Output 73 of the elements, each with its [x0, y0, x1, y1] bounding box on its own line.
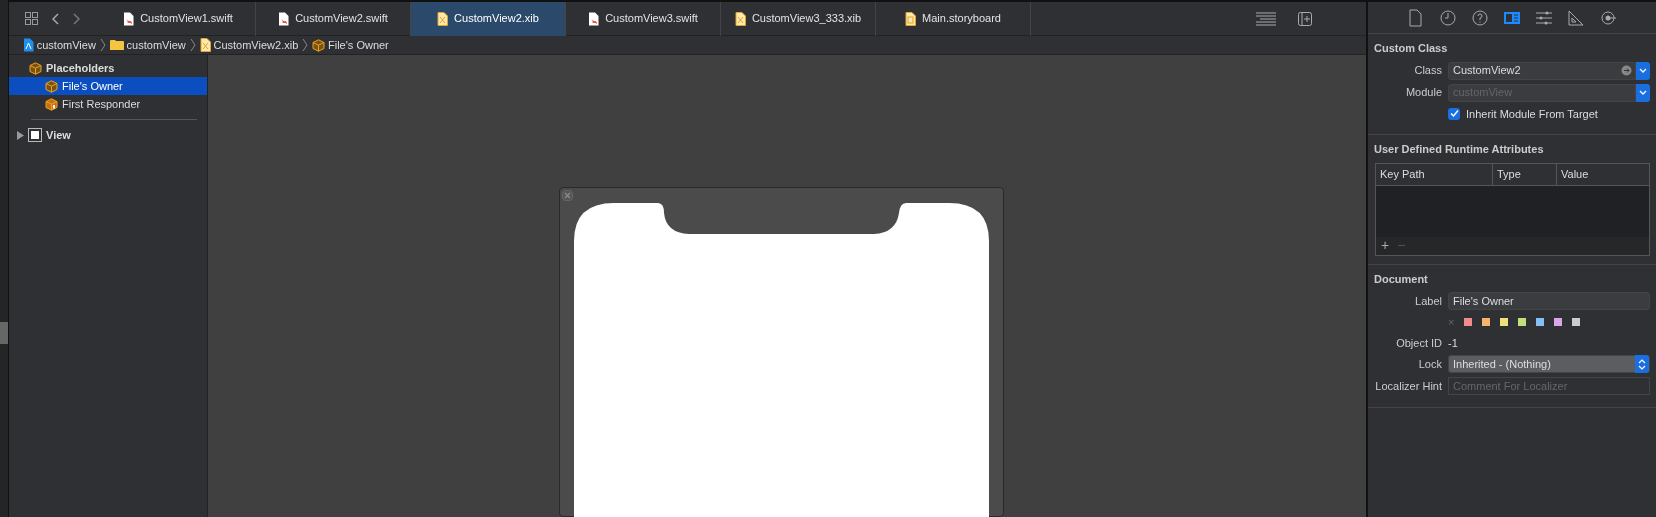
editor-tab[interactable]: Main.storyboard — [876, 1, 1031, 36]
outline-item[interactable]: First Responder — [9, 95, 207, 113]
chevron-icon — [189, 38, 196, 52]
outline-item[interactable]: View — [9, 126, 207, 144]
breadcrumb-item[interactable]: customView — [109, 36, 186, 54]
outline-item[interactable]: File's Owner — [9, 77, 207, 95]
add-editor-icon[interactable] — [1298, 11, 1312, 26]
folder-icon — [109, 39, 124, 51]
dropdown-button[interactable] — [1636, 61, 1650, 80]
editor-tab[interactable]: CustomView3_333.xib — [721, 1, 876, 36]
lock-popup[interactable]: Inherited - (Nothing) — [1448, 355, 1650, 373]
lines-icon[interactable] — [1256, 11, 1276, 26]
cube-icon — [312, 38, 326, 52]
add-button[interactable]: + — [1381, 235, 1390, 256]
cube-icon — [29, 61, 42, 75]
field-label: Localizer Hint — [1374, 378, 1442, 394]
grid-icon[interactable] — [25, 12, 38, 25]
color-swatch[interactable] — [1518, 318, 1527, 327]
field-label: Module — [1404, 85, 1442, 101]
class-field[interactable]: CustomView2 — [1448, 61, 1636, 80]
arrow-circle-icon[interactable] — [1621, 65, 1632, 76]
column-header: Type — [1493, 163, 1557, 185]
section-title: User Defined Runtime Attributes — [1374, 142, 1545, 157]
checkbox-label: Inherit Module From Target — [1466, 106, 1598, 122]
editor-tab[interactable]: CustomView2.xib — [411, 1, 566, 36]
editor-tab[interactable]: CustomView3.swift — [566, 1, 721, 36]
disclosure-triangle-icon[interactable] — [17, 130, 24, 140]
checkbox[interactable] — [1448, 107, 1460, 120]
cube-icon — [45, 79, 58, 93]
outline-item[interactable]: Placeholders — [9, 59, 207, 77]
swift-file-icon — [278, 11, 290, 26]
color-swatch[interactable] — [1536, 318, 1545, 327]
swift-file-icon — [123, 11, 135, 26]
color-swatch[interactable] — [1500, 318, 1509, 327]
cube-icon — [45, 97, 58, 111]
field-label: Object ID — [1395, 335, 1442, 351]
object-id-value: -1 — [1448, 335, 1458, 351]
help-icon[interactable] — [1471, 8, 1489, 27]
color-swatch[interactable] — [1554, 318, 1563, 327]
chevron-down-icon — [1639, 90, 1647, 95]
color-swatch[interactable] — [1482, 318, 1491, 327]
ruler-icon[interactable] — [1567, 8, 1585, 27]
xib-file-icon — [734, 11, 746, 26]
connections-inspector-icon[interactable] — [1599, 8, 1617, 27]
color-swatch[interactable] — [1572, 318, 1581, 327]
xib-file-icon — [199, 38, 211, 52]
column-header: Value — [1560, 166, 1590, 182]
editor-tab[interactable]: CustomView1.swift — [101, 1, 256, 36]
file-inspector-icon[interactable] — [1407, 8, 1425, 27]
breadcrumb-item[interactable]: CustomView2.xib — [199, 36, 299, 54]
xib-file-icon — [437, 11, 449, 26]
breadcrumb-item[interactable]: customView — [23, 36, 96, 54]
column-header: Key Path — [1376, 163, 1493, 185]
dropdown-button[interactable] — [1636, 83, 1650, 102]
field-label: Lock — [1417, 356, 1442, 372]
label-field[interactable]: File's Owner — [1448, 292, 1650, 310]
field-label: Class — [1413, 63, 1442, 79]
view-icon — [28, 128, 42, 142]
swift-file-icon — [588, 11, 600, 26]
forward-icon[interactable] — [73, 12, 80, 25]
breadcrumb-item[interactable]: File's Owner — [312, 36, 389, 54]
project-file-icon — [23, 38, 34, 52]
storyboard-file-icon — [905, 11, 917, 26]
color-swatch[interactable] — [1464, 318, 1473, 327]
chevron-down-icon — [1639, 68, 1647, 73]
history-icon[interactable] — [1439, 8, 1457, 27]
chevron-icon — [302, 38, 309, 52]
section-title: Document — [1374, 271, 1429, 287]
close-icon — [562, 190, 573, 201]
back-icon[interactable] — [52, 12, 59, 25]
field-label: Label — [1414, 293, 1442, 309]
chevron-icon — [99, 38, 106, 52]
section-title: Custom Class — [1374, 41, 1449, 56]
